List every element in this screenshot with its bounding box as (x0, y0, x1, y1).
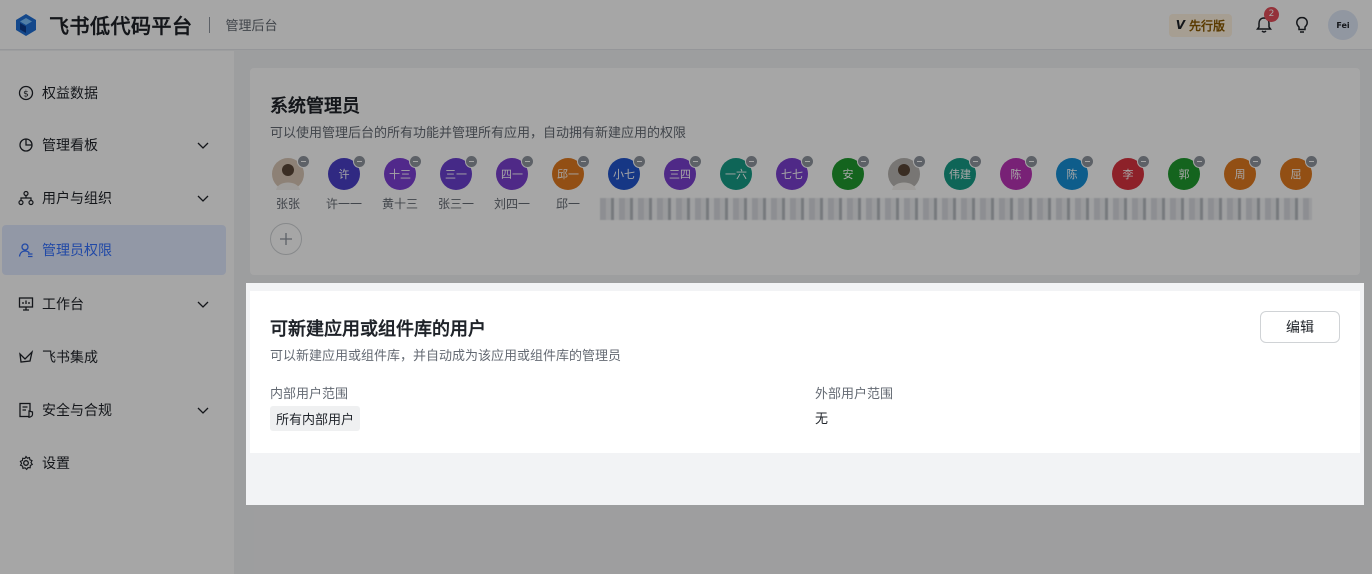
creator-users-description: 可以新建应用或组件库，并自动成为该应用或组件库的管理员 (270, 349, 622, 364)
external-scope: 外部用户范围 无 (815, 383, 893, 427)
creator-users-card: 可新建应用或组件库的用户 可以新建应用或组件库，并自动成为该应用或组件库的管理员… (250, 291, 1360, 453)
internal-scope: 内部用户范围 所有内部用户 (270, 383, 361, 431)
internal-scope-label: 内部用户范围 (270, 387, 349, 402)
edit-button[interactable]: 编辑 (1260, 311, 1340, 343)
external-scope-label: 外部用户范围 (815, 387, 894, 402)
creator-users-title: 可新建应用或组件库的用户 (270, 319, 486, 340)
external-scope-value: 无 (815, 412, 829, 427)
internal-scope-tag: 所有内部用户 (270, 406, 361, 431)
